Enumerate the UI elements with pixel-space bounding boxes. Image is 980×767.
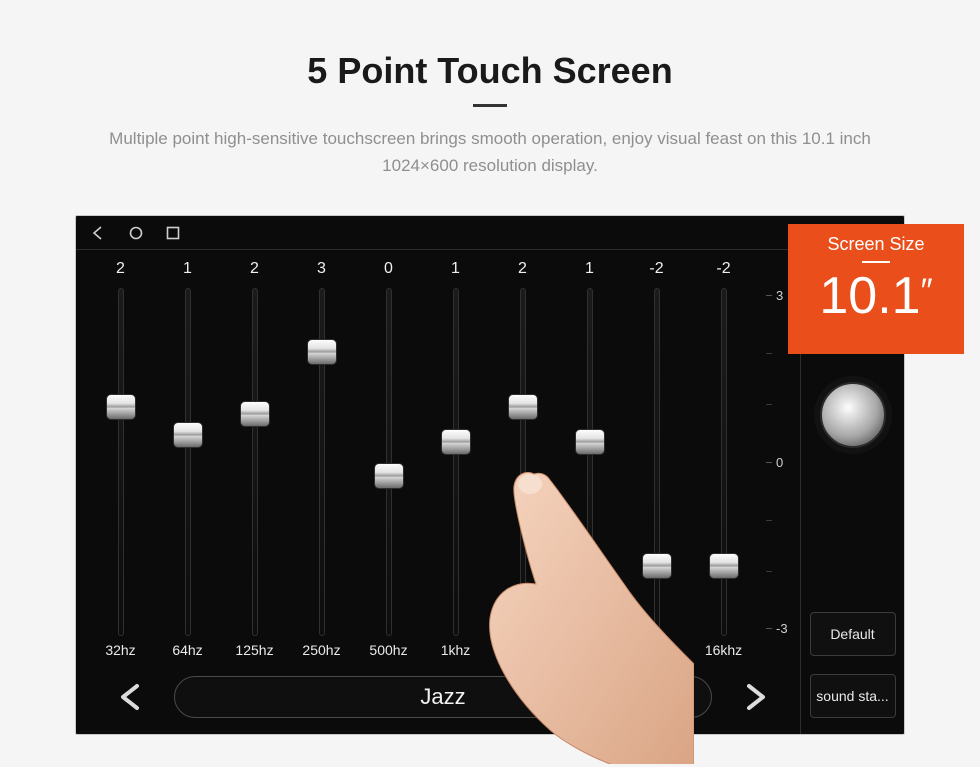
slider-label: 250hz <box>302 642 340 662</box>
eq-slider[interactable]: -2 8khz <box>632 260 681 662</box>
android-navbar <box>76 216 904 250</box>
slider-label: 4khz <box>575 642 605 662</box>
eq-slider[interactable]: 1 64hz <box>163 260 212 662</box>
sound-stage-button[interactable]: sound sta... <box>810 674 896 718</box>
eq-slider[interactable]: 2 125hz <box>230 260 279 662</box>
title-divider <box>473 104 507 107</box>
scale-tick: 3 <box>766 288 790 303</box>
preset-next-button[interactable] <box>732 677 780 717</box>
page-subtitle: Multiple point high-sensitive touchscree… <box>70 125 910 179</box>
eq-slider[interactable]: 1 4khz <box>565 260 614 662</box>
slider-knob[interactable] <box>307 339 337 365</box>
page-title: 5 Point Touch Screen <box>307 50 672 92</box>
slider-knob[interactable] <box>106 394 136 420</box>
equalizer-panel: 2 32hz 1 64hz 2 125hz 3 250hz <box>76 250 800 734</box>
slider-knob[interactable] <box>240 401 270 427</box>
slider-label: 1khz <box>441 642 471 662</box>
slider-value: -2 <box>716 260 730 282</box>
eq-slider[interactable]: 3 250hz <box>297 260 346 662</box>
recent-apps-icon[interactable] <box>166 226 180 240</box>
slider-value: 3 <box>317 260 326 282</box>
eq-slider[interactable]: 0 500hz <box>364 260 413 662</box>
slider-label: 2khz <box>508 642 538 662</box>
slider-track[interactable] <box>654 288 660 636</box>
slider-value: 2 <box>250 260 259 282</box>
slider-track[interactable] <box>118 288 124 636</box>
slider-value: 2 <box>518 260 527 282</box>
eq-slider[interactable]: 2 32hz <box>96 260 145 662</box>
scale-minor <box>766 520 772 521</box>
eq-slider[interactable]: 1 1khz <box>431 260 480 662</box>
slider-track[interactable] <box>252 288 258 636</box>
slider-track[interactable] <box>386 288 392 636</box>
slider-knob[interactable] <box>441 429 471 455</box>
scale-minor <box>766 353 772 354</box>
badge-unit: ″ <box>921 272 933 310</box>
scale-minor <box>766 404 772 405</box>
slider-label: 64hz <box>172 642 202 662</box>
slider-knob[interactable] <box>173 422 203 448</box>
slider-track[interactable] <box>721 288 727 636</box>
slider-knob[interactable] <box>642 553 672 579</box>
scale-axis: 3 0 -3 <box>766 260 790 662</box>
slider-label: 500hz <box>369 642 407 662</box>
slider-value: -2 <box>649 260 663 282</box>
slider-value: 1 <box>183 260 192 282</box>
slider-label: 32hz <box>105 642 135 662</box>
badge-value: 10.1″ <box>788 265 964 327</box>
back-icon[interactable] <box>90 225 106 241</box>
scale-tick: -3 <box>766 621 790 636</box>
screen-size-badge: Screen Size 10.1″ <box>788 224 964 354</box>
scale-tick: 0 <box>766 455 790 470</box>
slider-knob[interactable] <box>575 429 605 455</box>
touchscreen-device: 2 32hz 1 64hz 2 125hz 3 250hz <box>75 215 905 735</box>
slider-label: 8khz <box>642 642 672 662</box>
scale-minor <box>766 571 772 572</box>
slider-track[interactable] <box>587 288 593 636</box>
default-button[interactable]: Default <box>810 612 896 656</box>
preset-select[interactable]: Jazz <box>174 676 712 718</box>
eq-slider[interactable]: -2 16khz <box>699 260 748 662</box>
slider-value: 1 <box>451 260 460 282</box>
slider-track[interactable] <box>319 288 325 636</box>
preset-prev-button[interactable] <box>106 677 154 717</box>
slider-track[interactable] <box>185 288 191 636</box>
slider-value: 2 <box>116 260 125 282</box>
slider-value: 1 <box>585 260 594 282</box>
slider-track[interactable] <box>520 288 526 636</box>
preset-bar: Jazz <box>96 670 790 734</box>
slider-knob[interactable] <box>374 463 404 489</box>
balance-dial[interactable] <box>820 382 886 448</box>
badge-title: Screen Size <box>788 234 964 255</box>
home-icon[interactable] <box>128 225 144 241</box>
slider-label: 125hz <box>235 642 273 662</box>
slider-knob[interactable] <box>709 553 739 579</box>
slider-label: 16khz <box>705 642 742 662</box>
badge-divider <box>862 261 890 263</box>
eq-slider[interactable]: 2 2khz <box>498 260 547 662</box>
slider-value: 0 <box>384 260 393 282</box>
badge-number: 10.1 <box>819 267 920 325</box>
slider-track[interactable] <box>453 288 459 636</box>
slider-knob[interactable] <box>508 394 538 420</box>
